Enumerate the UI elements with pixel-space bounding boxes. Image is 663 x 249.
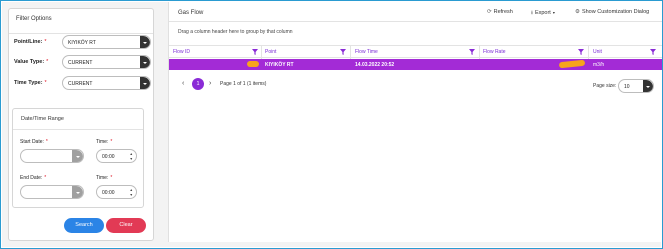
start-date-label: Start Date: * bbox=[20, 139, 48, 145]
chevron-down-icon[interactable]: ▼ bbox=[130, 193, 133, 197]
table-header: Flow ID Point Flow Time Flow Rate Unit bbox=[169, 45, 662, 59]
divider bbox=[13, 129, 143, 130]
cell-unit: m3/h bbox=[593, 61, 605, 68]
chevron-down-icon bbox=[143, 61, 147, 64]
gear-icon: ⚙ bbox=[575, 9, 580, 15]
point-combo[interactable]: KIYIKÖY RT bbox=[62, 35, 151, 49]
chevron-down-icon[interactable]: ▼ bbox=[130, 157, 133, 161]
page-button-current[interactable]: 1 bbox=[192, 78, 204, 90]
value-type-label: Value Type: * bbox=[14, 59, 49, 65]
chevron-down-icon bbox=[75, 155, 80, 158]
end-time-label: Time: * bbox=[96, 175, 113, 181]
end-time-value: 00:00 bbox=[102, 189, 115, 196]
end-date-label: End Date: * bbox=[20, 175, 47, 181]
chevron-down-icon bbox=[75, 191, 80, 194]
chevron-left-icon[interactable]: ‹ bbox=[182, 80, 184, 87]
time-type-dropdown-button[interactable] bbox=[140, 77, 150, 89]
redaction-mark bbox=[558, 59, 586, 69]
value-type-combo[interactable]: CURRENT bbox=[62, 55, 151, 69]
divider bbox=[169, 21, 662, 22]
divider bbox=[350, 46, 351, 59]
chevron-up-icon[interactable]: ▲ bbox=[130, 188, 133, 192]
search-button[interactable]: Search bbox=[64, 218, 104, 233]
export-button[interactable]: ⭳ Export ▾ bbox=[531, 9, 555, 18]
page-size-label: Page size: bbox=[593, 83, 617, 89]
start-time-label: Time: * bbox=[96, 139, 113, 145]
filter-icon[interactable] bbox=[650, 49, 656, 55]
pager: ‹ 1 › Page 1 of 1 (1 items) bbox=[180, 78, 380, 92]
end-date-input[interactable] bbox=[20, 185, 84, 199]
filter-icon[interactable] bbox=[578, 49, 584, 55]
refresh-icon: ⟳ bbox=[487, 9, 492, 15]
group-panel-hint[interactable]: Drag a column header here to group by th… bbox=[178, 29, 293, 35]
grid-title: Gas Flow bbox=[178, 10, 204, 16]
point-value: KIYIKÖY RT bbox=[68, 39, 96, 46]
end-time-spinner[interactable]: 00:00 ▲ ▼ bbox=[96, 185, 137, 199]
time-type-combo[interactable]: CURRENT bbox=[62, 76, 151, 90]
cell-point: KIYIKÖY RT bbox=[265, 61, 294, 68]
start-date-dropdown-button[interactable] bbox=[72, 150, 83, 162]
value-type-value: CURRENT bbox=[68, 59, 93, 66]
chevron-down-icon bbox=[143, 41, 147, 44]
date-range-title: Date/Time Range bbox=[21, 116, 64, 122]
divider bbox=[9, 33, 153, 34]
end-date-dropdown-button[interactable] bbox=[72, 186, 83, 198]
column-header-flow-time[interactable]: Flow Time bbox=[355, 49, 378, 55]
redaction-mark bbox=[247, 61, 259, 67]
filter-title: Filter Options bbox=[16, 16, 52, 22]
export-icon: ⭳ bbox=[531, 10, 533, 16]
point-dropdown-button[interactable] bbox=[140, 36, 150, 48]
start-time-spinner[interactable]: 00:00 ▲ ▼ bbox=[96, 149, 137, 163]
time-type-label: Time Type: * bbox=[14, 80, 47, 86]
page-size-dropdown-button[interactable] bbox=[643, 80, 653, 92]
clear-button[interactable]: Clear bbox=[106, 218, 146, 233]
chevron-down-icon: ▾ bbox=[552, 10, 555, 15]
chevron-up-icon[interactable]: ▲ bbox=[130, 152, 133, 156]
divider bbox=[588, 46, 589, 59]
table-row[interactable]: KIYIKÖY RT 14.03.2022 20:52 m3/h bbox=[169, 59, 662, 70]
chevron-down-icon bbox=[143, 82, 147, 85]
page-size-value: 10 bbox=[624, 83, 630, 90]
filter-icon[interactable] bbox=[252, 49, 258, 55]
filter-icon[interactable] bbox=[340, 49, 346, 55]
value-type-dropdown-button[interactable] bbox=[140, 56, 150, 68]
date-time-range-box: Date/Time Range Start Date: * Time: * 00:0… bbox=[12, 108, 144, 208]
time-type-value: CURRENT bbox=[68, 80, 93, 87]
page-info: Page 1 of 1 (1 items) bbox=[220, 81, 267, 87]
page-size-combo[interactable]: 10 bbox=[618, 79, 654, 93]
column-header-flow-rate[interactable]: Flow Rate bbox=[483, 49, 506, 55]
chevron-right-icon[interactable]: › bbox=[209, 80, 211, 87]
point-row: Point/Line: * KIYIKÖY RT bbox=[14, 35, 151, 49]
customization-button[interactable]: ⚙ Show Customization Dialog bbox=[575, 9, 649, 15]
cell-flow-time: 14.03.2022 20:52 bbox=[355, 61, 395, 68]
column-header-unit[interactable]: Unit bbox=[593, 49, 602, 55]
chevron-down-icon bbox=[646, 85, 650, 88]
divider bbox=[261, 46, 262, 59]
start-date-input[interactable] bbox=[20, 149, 84, 163]
time-type-row: Time Type: * CURRENT bbox=[14, 76, 151, 90]
divider bbox=[479, 46, 480, 59]
refresh-button[interactable]: ⟳ Refresh bbox=[487, 9, 513, 15]
start-time-value: 00:00 bbox=[102, 153, 115, 160]
filter-icon[interactable] bbox=[469, 49, 475, 55]
point-label: Point/Line: * bbox=[14, 39, 47, 45]
grid-panel: Gas Flow ⟳ Refresh ⭳ Export ▾ ⚙ Show Customi… bbox=[168, 2, 662, 242]
column-header-flow-id[interactable]: Flow ID bbox=[173, 49, 190, 55]
column-header-point[interactable]: Point bbox=[265, 49, 276, 55]
value-type-row: Value Type: * CURRENT bbox=[14, 55, 151, 69]
